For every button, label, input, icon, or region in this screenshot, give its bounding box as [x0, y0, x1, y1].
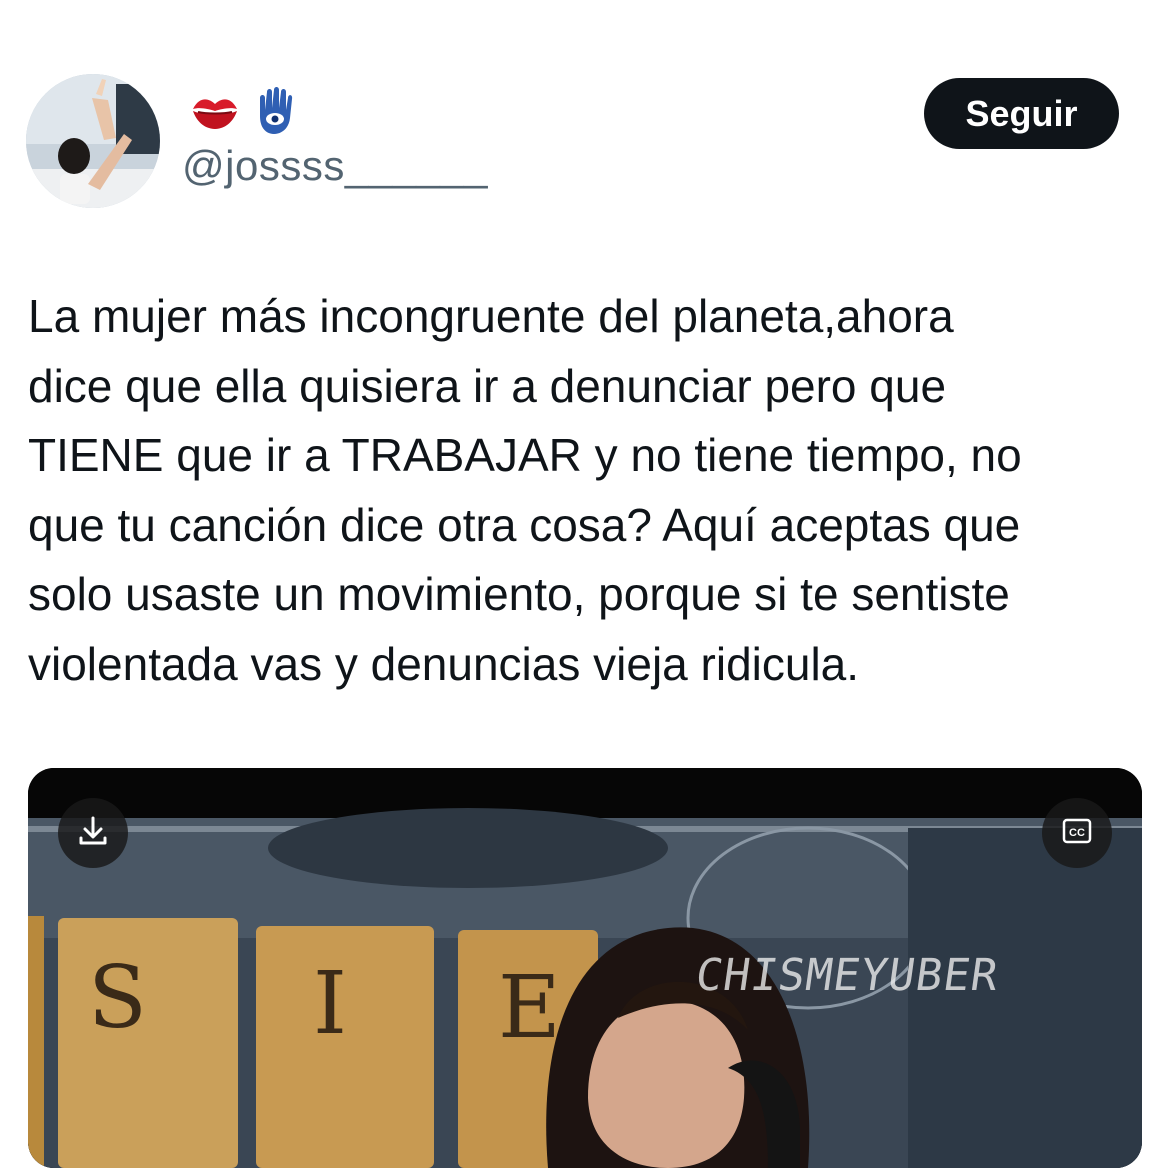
- avatar-photo: [26, 74, 160, 208]
- closed-captions-button[interactable]: CC: [1042, 798, 1112, 868]
- video-player[interactable]: S I E CHISMEYUBER CC: [28, 768, 1142, 1168]
- tweet-text: La mujer más incongruente del planeta,ah…: [28, 290, 1022, 690]
- hamsa-icon: [254, 86, 294, 136]
- svg-text:CC: CC: [1069, 827, 1085, 839]
- tile-letter: E: [498, 958, 561, 1058]
- kiss-mark-icon: [190, 91, 240, 131]
- author-avatar[interactable]: [26, 74, 160, 208]
- closed-captions-icon: CC: [1062, 818, 1092, 849]
- display-name[interactable]: [190, 86, 294, 136]
- video-watermark: CHISMEYUBER: [692, 950, 1002, 1001]
- download-button[interactable]: [58, 798, 128, 868]
- download-icon: [76, 814, 110, 853]
- tile-letter: I: [313, 954, 347, 1054]
- follow-button[interactable]: Seguir: [924, 78, 1119, 149]
- author-handle[interactable]: @jossss______: [182, 142, 488, 190]
- tile-letter: S: [88, 948, 147, 1048]
